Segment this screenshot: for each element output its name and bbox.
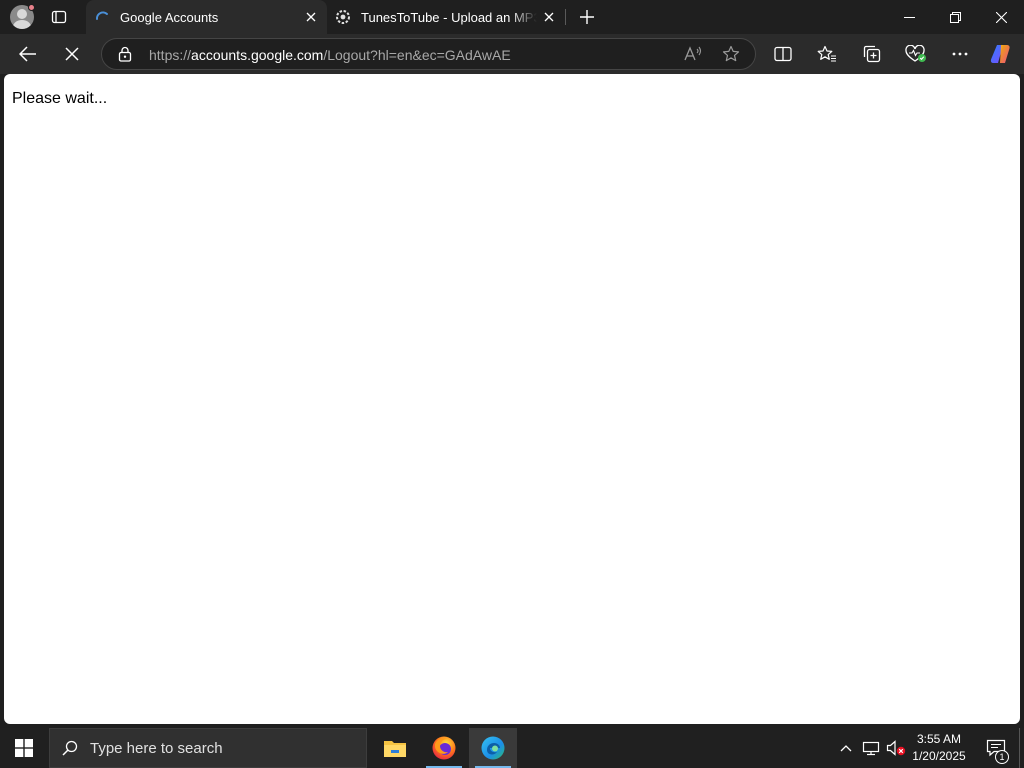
- clock-time: 3:55 AM: [916, 732, 962, 746]
- search-icon: [62, 740, 78, 756]
- tab-strip: Google Accounts TunesToTube - Upload an …: [0, 0, 1024, 34]
- new-tab-icon[interactable]: [576, 6, 598, 28]
- restore-icon[interactable]: [932, 0, 978, 34]
- gear-favicon-icon: [335, 9, 351, 25]
- tab-google-accounts[interactable]: Google Accounts: [86, 0, 327, 34]
- notification-center-icon[interactable]: 1: [978, 728, 1014, 768]
- tab-separator: [565, 9, 566, 25]
- url-scheme: https://: [149, 47, 192, 63]
- loading-spinner-icon: [94, 9, 110, 25]
- back-arrow-icon[interactable]: [14, 40, 42, 68]
- close-tab-icon[interactable]: [299, 5, 323, 29]
- volume-muted-icon[interactable]: [884, 728, 908, 768]
- minimize-icon[interactable]: [886, 0, 932, 34]
- read-aloud-icon[interactable]: [683, 45, 703, 68]
- windows-taskbar: Type here to search 3:55 AM 1/20/2025 1: [0, 728, 1024, 768]
- edge-icon[interactable]: [469, 728, 517, 768]
- tab-title: Google Accounts: [120, 9, 219, 25]
- windows-start-icon[interactable]: [0, 728, 48, 768]
- search-placeholder: Type here to search: [90, 739, 223, 757]
- system-clock[interactable]: 3:55 AM 1/20/2025: [908, 731, 970, 765]
- url-text[interactable]: https://accounts.google.com/Logout?hl=en…: [149, 47, 511, 63]
- browser-essentials-icon[interactable]: [902, 40, 930, 68]
- address-bar[interactable]: https://accounts.google.com/Logout?hl=en…: [101, 38, 756, 70]
- avatar-head: [17, 9, 27, 19]
- favorite-star-icon[interactable]: [722, 45, 740, 68]
- more-options-icon[interactable]: [946, 40, 974, 68]
- avatar-body: [13, 20, 31, 29]
- clock-date: 1/20/2025: [912, 749, 966, 763]
- network-icon[interactable]: [860, 728, 882, 768]
- firefox-icon[interactable]: [420, 728, 468, 768]
- web-page-content: Please wait...: [4, 74, 1020, 724]
- file-explorer-icon[interactable]: [371, 728, 419, 768]
- close-tab-icon[interactable]: [537, 5, 561, 29]
- stop-loading-icon[interactable]: [58, 40, 86, 68]
- collections-icon[interactable]: [858, 40, 886, 68]
- tab-title: TunesToTube - Upload an MP3 to YouTube: [361, 9, 537, 25]
- split-screen-icon[interactable]: [769, 40, 797, 68]
- taskbar-search-box[interactable]: Type here to search: [49, 728, 367, 768]
- please-wait-text: Please wait...: [12, 90, 108, 107]
- notification-count-badge: 1: [995, 750, 1009, 764]
- lock-icon[interactable]: [118, 46, 132, 67]
- close-window-icon[interactable]: [978, 0, 1024, 34]
- profile-notification-dot: [28, 4, 35, 11]
- navigation-toolbar: https://accounts.google.com/Logout?hl=en…: [0, 34, 1024, 74]
- show-desktop-button[interactable]: [1019, 728, 1024, 768]
- tab-actions-icon[interactable]: [50, 8, 68, 26]
- show-hidden-icons-chevron-icon[interactable]: [836, 728, 856, 768]
- favorites-icon[interactable]: [813, 40, 841, 68]
- url-host: accounts.google.com: [191, 47, 324, 63]
- tab-tunestotube[interactable]: TunesToTube - Upload an MP3 to YouTube: [327, 0, 565, 34]
- window-controls: [886, 0, 1024, 34]
- copilot-icon[interactable]: [988, 40, 1016, 68]
- url-path: /Logout?hl=en&ec=GAdAwAE: [323, 47, 511, 63]
